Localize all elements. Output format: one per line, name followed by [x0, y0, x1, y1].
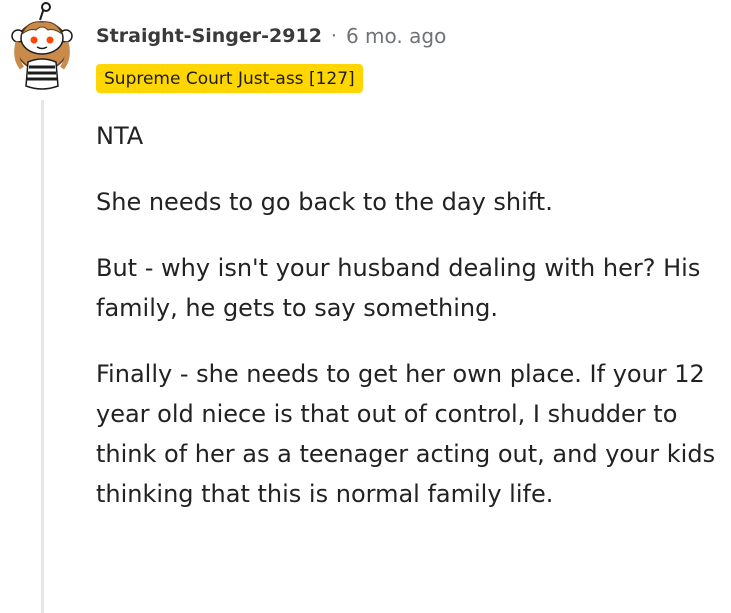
- separator-dot: ·: [330, 25, 337, 47]
- thread-collapse-line[interactable]: [41, 100, 44, 613]
- comment-paragraph: She needs to go back to the day shift.: [96, 188, 553, 216]
- user-flair-badge: Supreme Court Just-ass [127]: [96, 64, 363, 93]
- comment-header: Straight-Singer-2912 · 6 mo. ago: [96, 20, 446, 52]
- user-avatar[interactable]: [8, 2, 80, 94]
- username-link[interactable]: Straight-Singer-2912: [96, 25, 322, 47]
- comment-paragraph: But - why isn't your husband dealing wit…: [96, 254, 701, 322]
- snoo-avatar-icon: [11, 2, 73, 90]
- comment-paragraph: NTA: [96, 122, 144, 150]
- timestamp-link[interactable]: 6 mo. ago: [346, 24, 446, 48]
- comment-body: NTA She needs to go back to the day shif…: [96, 116, 726, 540]
- comment-paragraph: Finally - she needs to get her own place…: [96, 360, 716, 508]
